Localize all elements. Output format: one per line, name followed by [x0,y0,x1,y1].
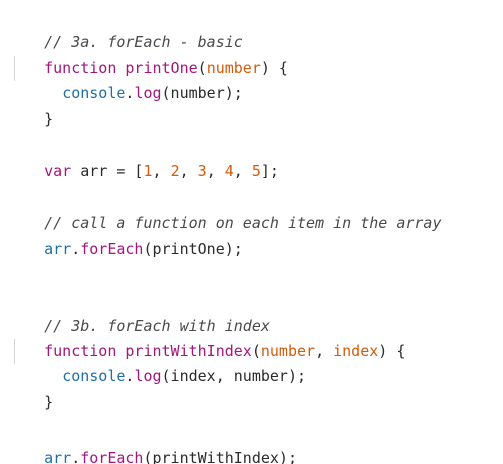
number-token: 2 [170,162,180,180]
brace-token: } [44,110,54,128]
text-token: arr = [ [71,162,144,180]
code-line-3[interactable]: console.log(number); [8,56,243,102]
code-line-1[interactable]: // 3a. forEach - basic [8,5,243,51]
code-line-15[interactable]: } [8,365,53,411]
code-line-13[interactable]: function printWithIndex(number, index) { [8,314,405,360]
arguments-token: (index, number); [161,367,307,385]
code-line-2[interactable]: function printOne(number) { [8,31,288,77]
method-token: forEach [80,449,144,464]
code-line-4[interactable]: } [8,82,53,128]
object-token: arr [44,449,72,464]
punctuation-token: , [152,162,171,180]
code-line-9[interactable]: arr.forEach(printOne); [8,212,243,258]
code-line-17[interactable]: arr.forEach(printWithIndex); [8,421,297,464]
method-token: log [134,367,162,385]
arguments-token: (printOne); [143,240,243,258]
code-line-6[interactable]: var arr = [1, 2, 3, 4, 5]; [8,134,279,180]
object-token: arr [44,240,72,258]
arguments-token: (number); [161,84,243,102]
code-line-12[interactable]: // 3b. forEach with index [8,289,270,335]
punctuation-token: . [71,240,81,258]
object-token: console [62,367,126,385]
number-token: 4 [224,162,234,180]
punctuation-token: . [71,449,81,464]
punctuation-token: ]; [260,162,279,180]
code-line-8[interactable]: // call a function on each item in the a… [8,186,441,232]
code-editor[interactable]: // 3a. forEach - basic function printOne… [0,0,503,464]
number-token: 5 [251,162,261,180]
object-token: console [62,84,126,102]
keyword-token: var [44,162,72,180]
brace-token: } [44,393,54,411]
number-token: 3 [197,162,207,180]
punctuation-token: , [179,162,198,180]
method-token: log [134,84,162,102]
punctuation-token: , [233,162,252,180]
method-token: forEach [80,240,144,258]
number-token: 1 [143,162,153,180]
arguments-token: (printWithIndex); [143,449,297,464]
code-line-14[interactable]: console.log(index, number); [8,339,306,385]
punctuation-token: ) { [378,342,406,360]
punctuation-token: ) { [260,59,288,77]
parameter-token: index [333,342,379,360]
punctuation-token: , [206,162,225,180]
punctuation-token: , [315,342,334,360]
